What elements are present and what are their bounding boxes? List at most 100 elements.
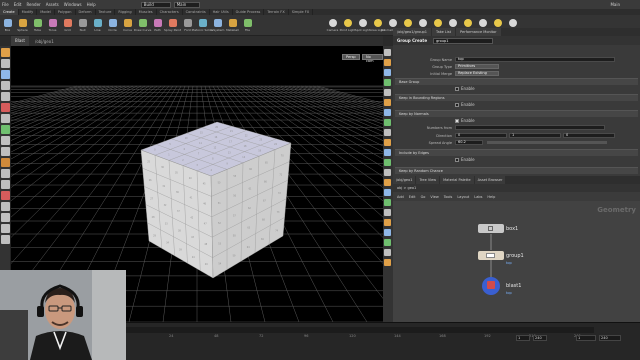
tab-tree-view[interactable]: Tree View (416, 176, 440, 184)
display-option-icon[interactable] (384, 229, 391, 236)
net-menu-go[interactable]: Go (421, 195, 426, 199)
direction-y-field[interactable]: 1 (509, 133, 561, 138)
bounding-enable-checkbox[interactable] (455, 102, 459, 107)
end-frame-field[interactable]: 240 (533, 335, 547, 341)
shelf-light-button[interactable]: Camera (325, 16, 340, 35)
desktop-selector[interactable]: Build (140, 1, 171, 8)
shelf-tool-button[interactable]: Platonic Solids (192, 16, 213, 35)
section-bounding-regions[interactable]: Keep in Bounding Regions (395, 94, 638, 101)
net-menu-layout[interactable]: Layout (457, 195, 469, 199)
start-frame-field[interactable]: 1 (516, 335, 530, 341)
display-option-icon[interactable] (384, 189, 391, 196)
display-option-icon[interactable] (384, 239, 391, 246)
net-menu-tools[interactable]: Tools (444, 195, 453, 199)
left-tool-icon[interactable] (1, 169, 10, 178)
node-blast1[interactable] (482, 277, 500, 295)
display-option-icon[interactable] (384, 199, 391, 206)
section-keep-by-normals[interactable]: Keep by Normals (395, 110, 638, 117)
direction-x-field[interactable]: 0 (455, 133, 507, 138)
net-menu-help[interactable]: Help (487, 195, 495, 199)
shelf-tool-button[interactable]: Spray Paint (164, 16, 181, 35)
display-option-icon[interactable] (384, 89, 391, 96)
normals-enable-checkbox[interactable] (455, 118, 459, 123)
shelf-tool-button[interactable]: Tube (30, 16, 45, 35)
tab-material-palette[interactable]: Material Palette (440, 176, 474, 184)
numbers-from-field[interactable] (455, 125, 605, 130)
display-option-icon[interactable] (384, 69, 391, 76)
display-option-icon[interactable] (384, 139, 391, 146)
left-tool-icon[interactable] (1, 235, 10, 244)
left-tool-icon[interactable] (1, 158, 10, 167)
spread-angle-slider[interactable] (487, 141, 607, 144)
node-name-field[interactable]: group1 (433, 37, 494, 44)
shelf-tool-button[interactable]: Grid (60, 16, 75, 35)
shelf-tool-button[interactable]: Line (90, 16, 105, 35)
net-menu-view[interactable]: View (430, 195, 438, 199)
group-name-field[interactable]: top (455, 57, 615, 62)
menu-render[interactable]: Render (26, 2, 40, 7)
shelf-tool-button[interactable]: Torus (45, 16, 60, 35)
shelf-tab[interactable]: Terrain FX (264, 9, 289, 15)
shelf-tool-button[interactable]: Metaball (225, 16, 240, 35)
shelf-light-button[interactable]: Spot Light (355, 16, 370, 35)
shelf-tool-button[interactable]: L-System (210, 16, 225, 35)
shelf-tab[interactable]: Muscles (136, 9, 157, 15)
display-option-icon[interactable] (384, 249, 391, 256)
shelf-tab[interactable]: Polygon (55, 9, 76, 15)
shelf-light-button[interactable]: Point Light (340, 16, 355, 35)
camera-menu-button[interactable]: No cam (362, 54, 383, 63)
shelf-tab[interactable]: Hair Utils (210, 9, 233, 15)
shelf-tab[interactable]: Simple FX (289, 9, 314, 15)
display-option-icon[interactable] (384, 159, 391, 166)
shelf-tool-button[interactable]: Curve (120, 16, 135, 35)
left-tool-icon[interactable] (1, 224, 10, 233)
timeline-scrubber[interactable] (124, 327, 594, 333)
net-menu-edit[interactable]: Edit (409, 195, 416, 199)
edges-enable-checkbox[interactable] (455, 157, 459, 162)
section-base-group[interactable]: Base Group (395, 78, 638, 85)
shelf-tool-button[interactable]: Box (0, 16, 15, 35)
left-tool-icon[interactable] (1, 125, 10, 134)
tab-viewport[interactable]: Blast (11, 36, 29, 46)
initial-merge-menu[interactable]: Replace Existing (455, 71, 499, 76)
group-type-menu[interactable]: Primitives (455, 64, 499, 69)
shelf-tool-button[interactable]: Draw Curve (134, 16, 151, 35)
display-option-icon[interactable] (384, 179, 391, 186)
spread-angle-field[interactable]: 60.2 (455, 140, 483, 145)
display-option-icon[interactable] (384, 59, 391, 66)
global-end-field[interactable]: 240 (599, 335, 621, 341)
context-selector[interactable]: Main (173, 1, 200, 8)
left-tool-icon[interactable] (1, 103, 10, 112)
shelf-tab[interactable]: Modify (19, 9, 38, 15)
tab-network-path[interactable]: /obj/geo1 (393, 176, 416, 184)
direction-z-field[interactable]: 0 (563, 133, 615, 138)
menu-windows[interactable]: Windows (64, 2, 82, 7)
display-option-icon[interactable] (384, 119, 391, 126)
left-tool-icon[interactable] (1, 59, 10, 68)
menu-assets[interactable]: Assets (46, 2, 59, 7)
shelf-tab[interactable]: Constraints (183, 9, 210, 15)
shelf-tab[interactable]: Characters (157, 9, 183, 15)
display-option-icon[interactable] (384, 209, 391, 216)
network-breadcrumb[interactable]: obj > geo1 (393, 184, 640, 192)
display-option-icon[interactable] (384, 169, 391, 176)
persp-menu-button[interactable]: Persp (342, 54, 360, 60)
section-include-by-edges[interactable]: Include by Edges (395, 149, 638, 156)
display-option-icon[interactable] (384, 149, 391, 156)
display-option-icon[interactable] (384, 109, 391, 116)
menu-file[interactable]: File (2, 2, 9, 7)
left-tool-icon[interactable] (1, 191, 10, 200)
node-group1[interactable] (478, 251, 504, 260)
display-option-icon[interactable] (384, 259, 391, 266)
shelf-tool-button[interactable]: Path (150, 16, 165, 35)
display-option-icon[interactable] (384, 49, 391, 56)
shelf-tab[interactable]: Guide Process (233, 9, 265, 15)
net-menu-labs[interactable]: Labs (474, 195, 482, 199)
viewport-path[interactable]: /obj/geo1 (35, 39, 54, 44)
shelf-tool-button[interactable]: Font (180, 16, 195, 35)
shelf-tool-button[interactable]: Circle (105, 16, 120, 35)
left-tool-icon[interactable] (1, 48, 10, 57)
display-option-icon[interactable] (384, 129, 391, 136)
shelf-tab[interactable]: Rigging (115, 9, 136, 15)
shelf-tab[interactable]: Create (0, 9, 19, 15)
